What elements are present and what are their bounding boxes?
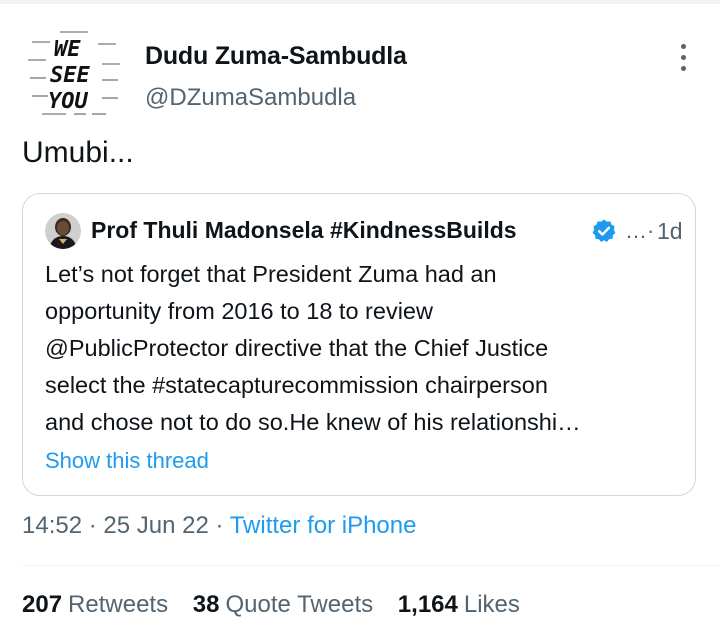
quoted-tweet-card[interactable]: Prof Thuli Madonsela #KindnessBuilds …· … (22, 193, 696, 496)
quoted-text-line: Let’s not forget that President Zuma had… (45, 261, 497, 287)
quote-tweets-count: 38 (192, 591, 220, 618)
portrait-icon (45, 213, 81, 249)
tweet-meta: 14:52 · 25 Jun 22 · Twitter for iPhone (22, 512, 416, 540)
author-avatar[interactable]: WE SEE YOU (22, 20, 126, 124)
quoted-separator: …· (625, 218, 655, 243)
show-thread-link[interactable]: Show this thread (45, 448, 209, 474)
quoted-tweet-text: Let’s not forget that President Zuma had… (45, 256, 685, 441)
meta-dot: · (82, 512, 104, 539)
we-see-you-logo: WE SEE YOU (22, 20, 126, 124)
quoted-text-line: opportunity from 2016 to 18 to review (45, 298, 433, 324)
tweet-text: Umubi... (22, 136, 134, 169)
retweets-stat[interactable]: 207 Retweets (22, 591, 168, 619)
avatar-line-1: WE (54, 37, 81, 62)
retweets-label: Retweets (68, 591, 169, 618)
quoted-text-line: select the #statecapturecommission chair… (45, 372, 548, 398)
quoted-author-name[interactable]: Prof Thuli Madonsela #KindnessBuilds (91, 217, 517, 244)
retweets-count: 207 (22, 591, 63, 618)
likes-count: 1,164 (397, 591, 458, 618)
tweet-source-link[interactable]: Twitter for iPhone (230, 512, 417, 539)
author-display-name[interactable]: Dudu Zuma-Sambudla (145, 42, 407, 71)
likes-stat[interactable]: 1,164 Likes (398, 591, 520, 619)
tweet-time[interactable]: 14:52 (22, 512, 82, 539)
stats-divider (22, 565, 720, 566)
author-handle[interactable]: @DZumaSambudla (145, 84, 356, 112)
verified-badge-icon (591, 218, 617, 244)
more-options-icon[interactable] (670, 40, 698, 76)
meta-dot: · (208, 512, 230, 539)
tweet-page: WE SEE YOU Dudu Zuma-Sambudla @DZumaSamb… (0, 0, 720, 619)
tweet-stats: 207 Retweets 38 Quote Tweets 1,164 Likes (22, 591, 538, 619)
quoted-author-avatar[interactable] (45, 213, 81, 249)
avatar-line-3: YOU (48, 89, 88, 114)
quote-tweets-label: Quote Tweets (225, 591, 374, 618)
quote-tweets-stat[interactable]: 38 Quote Tweets (193, 591, 373, 619)
quoted-text-line: and chose not to do so.He knew of his re… (45, 409, 581, 435)
likes-label: Likes (463, 591, 520, 618)
top-divider (0, 0, 720, 4)
quoted-text-line: @PublicProtector directive that the Chie… (45, 335, 549, 361)
avatar-line-2: SEE (50, 63, 90, 88)
tweet-date[interactable]: 25 Jun 22 (103, 512, 208, 539)
quoted-timestamp[interactable]: 1d (657, 218, 683, 245)
